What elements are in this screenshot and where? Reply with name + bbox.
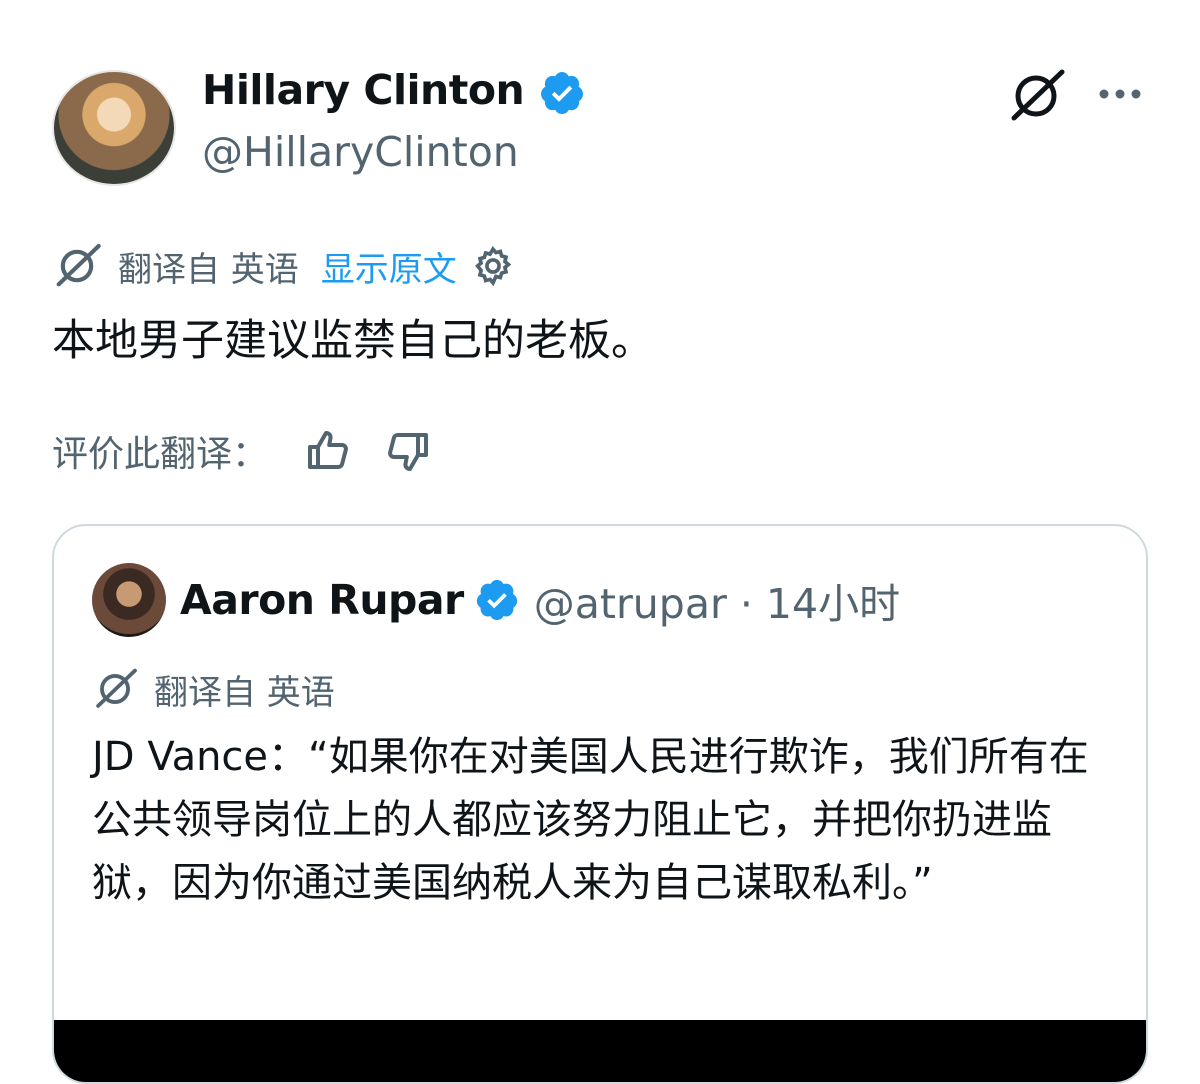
translate-icon	[56, 243, 101, 287]
verified-badge-icon	[540, 72, 583, 114]
rate-translation-label: 评价此翻译：	[52, 434, 269, 475]
quoted-author-name[interactable]: Aaron Rupar	[180, 576, 464, 624]
show-original-link[interactable]: 显示原文	[321, 242, 457, 291]
tweet-text: 本地男子建议监禁自己的老板。	[52, 316, 654, 366]
quoted-author-handle-time[interactable]: @atrupar · 14小时	[534, 570, 900, 630]
rate-translation-row: 评价此翻译：	[52, 424, 432, 478]
quoted-tweet-header: Aaron Rupar @atrupar · 14小时	[92, 563, 900, 637]
translated-from-label: 翻译自 英语	[118, 249, 299, 290]
more-options-icon[interactable]	[1096, 84, 1144, 104]
translate-toggle-icon[interactable]	[1006, 68, 1066, 124]
quoted-translated-from-label: 翻译自 英语	[154, 672, 335, 713]
author-handle[interactable]: @HillaryClinton	[202, 128, 519, 176]
translation-info: 翻译自 英语 显示原文	[52, 240, 515, 292]
thumbs-up-icon[interactable]	[304, 427, 352, 475]
translate-icon	[96, 668, 137, 708]
quoted-tweet-text: JD Vance：“如果你在对美国人民进行欺诈，我们所有在公共领导岗位上的人都应…	[92, 734, 1089, 906]
author-name-row[interactable]: Hillary Clinton	[202, 66, 586, 117]
quoted-tweet[interactable]: Aaron Rupar @atrupar · 14小时 翻译自 英语 JD Va…	[52, 524, 1148, 1084]
quoted-media[interactable]	[54, 1020, 1146, 1082]
settings-gear-icon[interactable]	[471, 244, 515, 288]
author-name[interactable]: Hillary Clinton	[202, 66, 525, 114]
thumbs-down-icon[interactable]	[384, 427, 432, 475]
quoted-author-avatar[interactable]	[92, 563, 166, 637]
author-avatar[interactable]	[52, 70, 176, 186]
quoted-translation-info: 翻译自 英语	[92, 664, 335, 714]
verified-badge-icon	[476, 579, 517, 621]
